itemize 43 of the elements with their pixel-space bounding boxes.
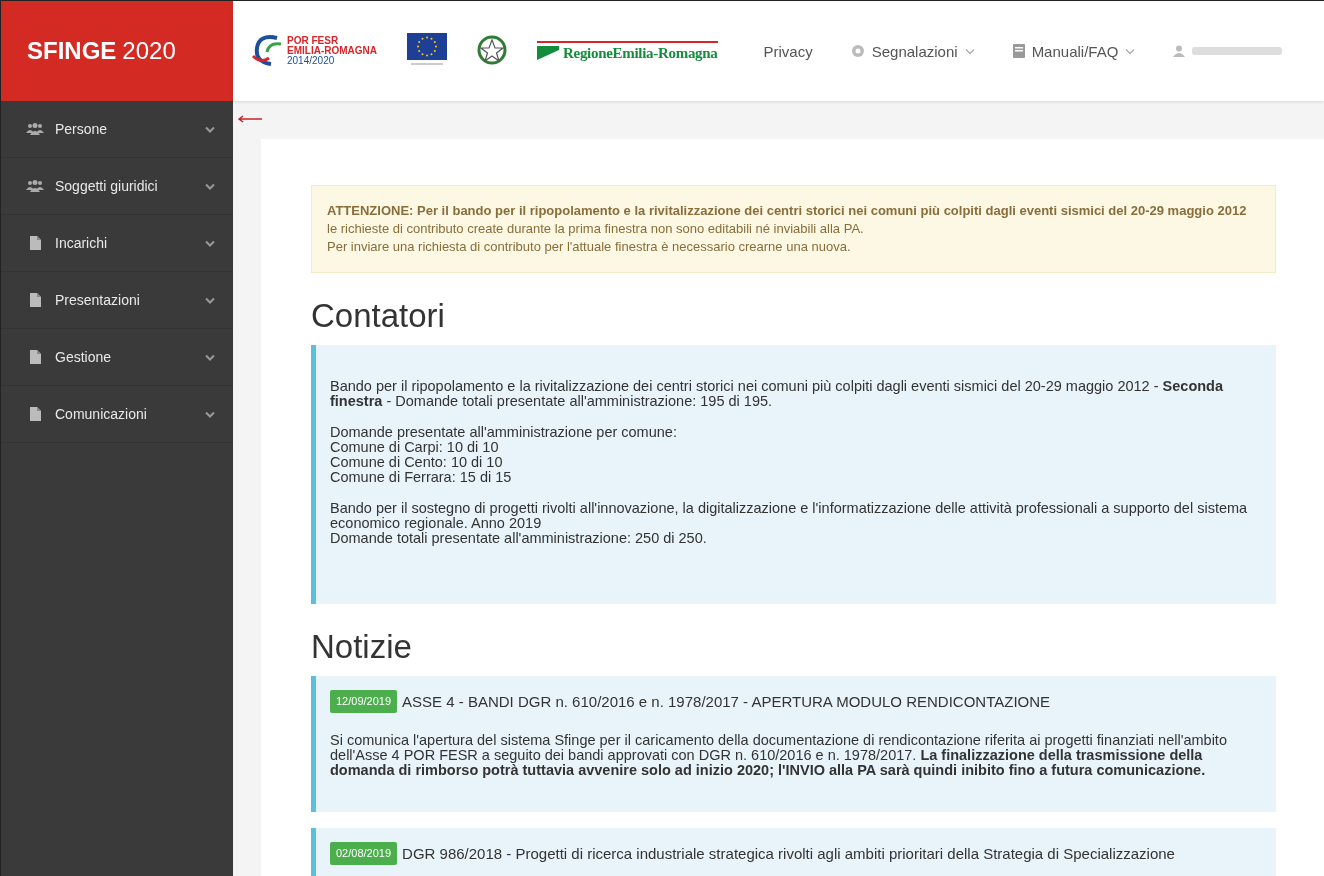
counter-text: Domande presentate all'amministrazione per comune: (330, 425, 678, 440)
arrow-icon (238, 115, 262, 123)
group-icon (26, 123, 44, 135)
news-title: DGR 986/2018 - Progetti di ricerca industriale strategica rivolti agli ambiti prioritari della Strategia di Specializzazione (402, 846, 1175, 861)
file-icon (29, 236, 41, 250)
app-logo[interactable]: SFINGE 2020 (1, 1, 233, 101)
file-icon (29, 350, 41, 364)
chevron-down-icon (205, 125, 215, 133)
alert-text: ATTENZIONE: Per il bando per il ripopolamento e la rivitalizzazione dei centri storici nei comuni più colpiti dagli eventi sismici del 20-29 maggio 2012 le richieste di contributo create durante la prima finestra non sono editabili né inviabili alla PA. (327, 202, 1248, 238)
group-icon (26, 180, 44, 192)
chevron-down-icon (205, 296, 215, 304)
counter-text: Comune di Cento: 10 di 10 (330, 455, 504, 470)
date-badge: 02/08/2019 (330, 842, 398, 865)
date-badge: 12/09/2019 (330, 690, 398, 713)
alert-text: Per inviare una richiesta di contributo per l'attuale finestra è necessario crearne una nuova. (327, 238, 852, 256)
counter-text: Bando per il sostegno di progetti rivolti all'innovazione, la digitalizzazione e l'informatizzazione delle attività professionali a supporto del sistema economico regionale. Anno 2019 (330, 501, 1249, 531)
program-logo-text: 2014/2020 (287, 56, 336, 66)
chevron-down-icon (205, 182, 215, 190)
nav-dropdown[interactable]: Segnalazioni (850, 42, 975, 60)
news-title: ASSE 4 - BANDI DGR n. 610/2016 e n. 1978/2017 - APERTURA MODULO RENDICONTAZIONE (402, 694, 1051, 709)
file-icon (29, 293, 41, 307)
chevron-down-icon (964, 47, 975, 55)
region-logo-text: RegioneEmilia-Romagna (563, 44, 718, 62)
program-logo-text: EMILIA-ROMAGNA (287, 46, 377, 56)
chevron-down-icon (205, 410, 215, 418)
lifebuoy-icon (850, 44, 865, 58)
file-icon (29, 407, 41, 421)
chevron-down-icon (1125, 47, 1136, 55)
news-text: Si comunica l'apertura del sistema Sfinge per il caricamento della documentazione di rendicontazione riferita ai progetti finanziati nell'ambito dell'Asse 4 POR FESR a seguito dei bandi approvati con DGR n. 610/2016 e n. 1978/2017. La finalizzazione della trasmissione della domanda di rimborso potrà tuttavia avvenire solo ad inizio 2020; l'INVIO alla PA sarà quindi inibito fino a futura comunicazione. (330, 733, 1228, 778)
counter-text: Domande totali presentate all'amministrazione: 250 di 250. (330, 531, 708, 546)
user-icon (1173, 45, 1186, 57)
section-heading: Notizie (311, 628, 413, 666)
section-heading: Contatori (311, 297, 446, 335)
book-icon (1012, 44, 1025, 58)
counter-text: Comune di Carpi: 10 di 10 (330, 440, 500, 455)
program-logo-text: POR FESR (287, 36, 340, 46)
privacy-link[interactable]: Privacy (763, 42, 813, 60)
chevron-down-icon (205, 239, 215, 247)
swirl-logo-icon (251, 34, 283, 68)
chevron-down-icon (205, 353, 215, 361)
counter-text: Comune di Ferrara: 15 di 15 (330, 470, 513, 485)
counter-text: Bando per il ripopolamento e la rivitalizzazione dei centri storici nei comuni più colpiti dagli eventi sismici del 20-29 maggio 2012 - Seconda finestra - Domande totali presentate all'amministrazione: 195 di 195. (330, 379, 1224, 409)
nav-dropdown[interactable]: Manuali/FAQ (1012, 42, 1136, 60)
